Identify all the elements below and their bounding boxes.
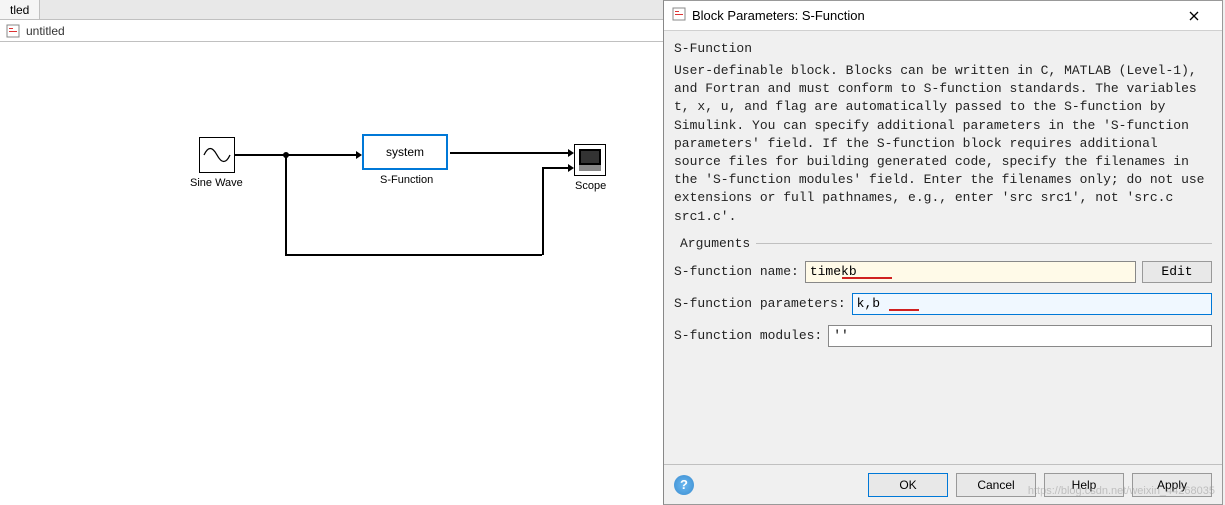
dialog-body: S-Function User-definable block. Blocks … [664, 31, 1222, 464]
arrow-icon [356, 151, 362, 159]
block-sine-wave[interactable] [199, 137, 235, 173]
sfunc-modules-label: S-function modules: [674, 328, 822, 343]
edit-button[interactable]: Edit [1142, 261, 1212, 283]
wire [285, 254, 542, 256]
description-text: User-definable block. Blocks can be writ… [674, 62, 1212, 226]
tab-bar: tled [0, 0, 663, 20]
wire [542, 167, 544, 255]
arrow-icon [568, 164, 574, 172]
block-label-sfunc: S-Function [380, 174, 433, 186]
simulink-editor: tled untitled Sine Wave system S-Functio… [0, 0, 663, 505]
block-parameters-dialog: Block Parameters: S-Function S-Function … [663, 0, 1223, 505]
dialog-footer: ? OK Cancel Help Apply [664, 464, 1222, 504]
apply-button[interactable]: Apply [1132, 473, 1212, 497]
model-name[interactable]: untitled [26, 24, 65, 38]
cancel-button[interactable]: Cancel [956, 473, 1036, 497]
wire [235, 154, 285, 156]
arguments-group: Arguments [674, 236, 1212, 251]
sine-wave-icon [200, 138, 234, 172]
wire [285, 154, 287, 254]
sfunc-text: system [386, 145, 424, 159]
arrow-icon [568, 149, 574, 157]
dialog-icon [672, 7, 686, 24]
sfunc-name-input[interactable] [805, 261, 1136, 283]
block-label-sine: Sine Wave [190, 177, 243, 189]
sfunc-params-input[interactable] [852, 293, 1212, 315]
help-button[interactable]: Help [1044, 473, 1124, 497]
close-button[interactable] [1174, 2, 1214, 30]
dialog-title: Block Parameters: S-Function [672, 7, 1174, 24]
close-icon [1189, 11, 1199, 21]
model-icon [6, 24, 20, 38]
wire [542, 167, 570, 169]
section-title: S-Function [674, 41, 1212, 56]
scope-icon [575, 145, 605, 175]
model-path-bar: untitled [0, 20, 663, 42]
tab-untitled[interactable]: tled [0, 0, 40, 19]
block-label-scope: Scope [575, 180, 606, 192]
help-icon[interactable]: ? [674, 475, 694, 495]
canvas[interactable]: Sine Wave system S-Function Scope [0, 42, 663, 505]
ok-button[interactable]: OK [868, 473, 948, 497]
sfunc-params-label: S-function parameters: [674, 296, 846, 311]
block-scope[interactable] [574, 144, 606, 176]
wire [450, 152, 570, 154]
wire [286, 154, 357, 156]
block-s-function[interactable]: system [362, 134, 448, 170]
sfunc-modules-input[interactable] [828, 325, 1212, 347]
sfunc-name-label: S-function name: [674, 264, 799, 279]
dialog-titlebar[interactable]: Block Parameters: S-Function [664, 1, 1222, 31]
